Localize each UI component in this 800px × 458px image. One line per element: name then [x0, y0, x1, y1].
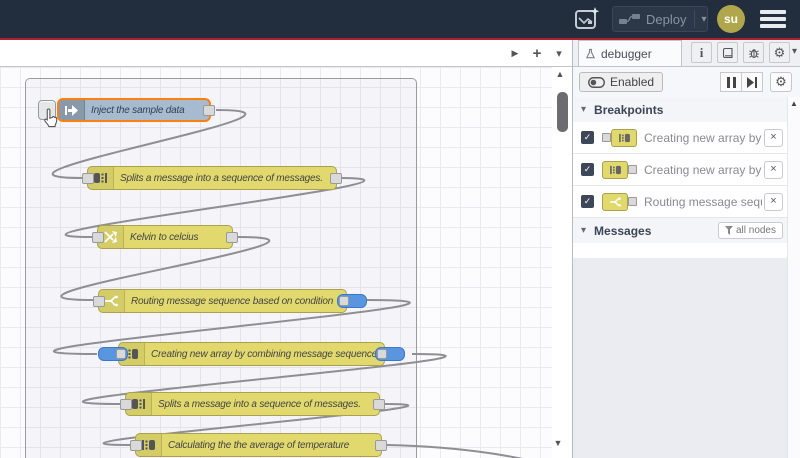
join-icon — [602, 160, 637, 179]
join-icon — [602, 128, 637, 147]
messages-section-header[interactable]: ▾ Messages all nodes — [573, 218, 800, 244]
gear-icon[interactable]: ⚙ — [769, 42, 790, 63]
node-change[interactable]: Kelvin to celcius — [92, 225, 238, 249]
node-join[interactable]: Calculating the the average of temperatu… — [130, 433, 387, 457]
user-avatar[interactable]: su — [717, 5, 745, 33]
breakpoints-title: Breakpoints — [594, 102, 664, 117]
info-icon[interactable]: i — [691, 42, 712, 63]
node-label: Calculating the the average of temperatu… — [168, 439, 350, 451]
scroll-up-icon[interactable]: ▲ — [788, 99, 800, 108]
node-label: Splits a message into a sequence of mess… — [120, 172, 323, 184]
breakpoint-output-port[interactable] — [375, 347, 405, 361]
filter-label: all nodes — [735, 225, 776, 236]
inject-arrow-icon — [59, 100, 85, 120]
pause-button[interactable] — [720, 72, 742, 92]
node-label: Inject the sample data — [91, 104, 185, 116]
debugger-toolbar: Enabled ⚙ — [573, 67, 800, 98]
canvas-scrollbar-thumb[interactable] — [557, 92, 568, 132]
header-bar: Deploy ▾ su — [0, 0, 800, 40]
right-sidebar: debugger i ⚙ ▾ Enabled ⚙ ▾ Breakpoints ✓… — [572, 40, 800, 458]
flow-canvas[interactable]: Inject the sample data Splits a message … — [0, 67, 572, 458]
sidebar-menu-chevron-down-icon[interactable]: ▾ — [792, 46, 797, 57]
message-list-empty-area — [573, 258, 787, 458]
flow-list-chevron-down-icon[interactable]: ▾ — [550, 40, 568, 66]
node-label: Creating new array by combining message … — [151, 348, 378, 360]
node-join[interactable]: Creating new array by combining message … — [98, 342, 405, 366]
breakpoints-section-header[interactable]: ▾ Breakpoints — [573, 97, 800, 123]
remove-breakpoint-close-icon[interactable]: × — [764, 160, 783, 179]
node-switch[interactable]: Routing message sequence based on condit… — [93, 289, 367, 313]
breakpoint-row: ✓ Routing message sequence based on cond… — [573, 186, 787, 218]
scroll-down-icon[interactable]: ▼ — [549, 438, 567, 448]
switch-fork-icon — [602, 192, 637, 211]
output-port[interactable] — [330, 173, 342, 184]
tab-debugger[interactable]: debugger — [578, 40, 682, 66]
debugger-settings-gear-icon[interactable]: ⚙ — [770, 72, 792, 92]
filter-funnel-icon — [724, 226, 733, 235]
collapse-chevron-down-icon[interactable]: ▾ — [581, 225, 586, 236]
wire[interactable] — [386, 444, 566, 458]
scroll-tabs-right-icon[interactable]: ▶ — [506, 40, 524, 66]
node-label: Splits a message into a sequence of mess… — [158, 398, 361, 410]
output-port[interactable] — [226, 232, 238, 243]
breakpoint-checkbox[interactable]: ✓ — [581, 131, 594, 144]
step-forward-button[interactable] — [741, 72, 763, 92]
breakpoint-checkbox[interactable]: ✓ — [581, 195, 594, 208]
enabled-label: Enabled — [610, 75, 655, 89]
output-port[interactable] — [375, 440, 387, 451]
deploy-button[interactable]: Deploy ▾ — [612, 6, 708, 32]
deploy-nodes-icon — [619, 14, 640, 24]
node-red-editor: Deploy ▾ su ▶ + ▾ Inject the sample data… — [0, 0, 800, 458]
input-port[interactable] — [120, 399, 132, 410]
breakpoint-row: ✓ Creating new array by combining messag… — [573, 154, 787, 186]
tab-debugger-label: debugger — [601, 46, 652, 61]
bug-icon[interactable] — [743, 42, 764, 63]
node-inject[interactable]: Inject the sample data — [57, 98, 215, 122]
input-port[interactable] — [93, 296, 105, 307]
inject-trigger-button[interactable] — [38, 100, 56, 120]
remove-breakpoint-close-icon[interactable]: × — [764, 128, 783, 147]
input-port[interactable] — [82, 173, 94, 184]
breakpoint-row: ✓ Creating new array by combining messag… — [573, 122, 787, 154]
flow-tab-strip: ▶ + ▾ — [0, 40, 572, 67]
message-filter-button[interactable]: all nodes — [717, 222, 783, 239]
message-list-header-row — [573, 243, 787, 259]
book-icon[interactable] — [717, 42, 738, 63]
node-split[interactable]: Splits a message into a sequence of mess… — [120, 392, 385, 416]
flask-icon — [585, 48, 596, 58]
debugger-enabled-toggle[interactable]: Enabled — [579, 72, 664, 92]
output-port[interactable] — [203, 105, 215, 116]
sidebar-tab-bar: debugger i ⚙ ▾ — [573, 40, 800, 67]
pause-icon — [726, 76, 736, 88]
deploy-label: Deploy — [646, 11, 687, 27]
sidebar-scrollbar-track[interactable] — [787, 97, 800, 458]
scroll-up-icon[interactable]: ▲ — [551, 69, 569, 79]
remove-breakpoint-close-icon[interactable]: × — [764, 192, 783, 211]
breakpoint-label: Creating new array by combining message … — [644, 162, 762, 177]
assistant-flow-sparkle-icon[interactable] — [572, 5, 602, 33]
breakpoint-input-port[interactable] — [98, 347, 128, 361]
deploy-separator — [694, 10, 696, 28]
breakpoint-label: Creating new array by combining message … — [644, 130, 762, 145]
input-port[interactable] — [130, 440, 142, 451]
node-split[interactable]: Splits a message into a sequence of mess… — [82, 166, 342, 190]
toggle-icon — [588, 76, 605, 88]
input-port[interactable] — [92, 232, 104, 243]
breakpoint-checkbox[interactable]: ✓ — [581, 163, 594, 176]
step-forward-icon — [747, 76, 757, 88]
breakpoint-output-port[interactable] — [337, 294, 367, 308]
main-menu-hamburger-icon[interactable] — [760, 10, 786, 28]
node-label: Routing message sequence based on condit… — [131, 295, 334, 307]
messages-title: Messages — [594, 223, 652, 238]
output-port[interactable] — [373, 399, 385, 410]
deploy-chevron-down-icon[interactable]: ▾ — [701, 14, 706, 25]
add-flow-button[interactable]: + — [528, 40, 546, 66]
collapse-chevron-down-icon[interactable]: ▾ — [581, 104, 586, 115]
node-label: Kelvin to celcius — [130, 231, 199, 243]
breakpoint-label: Routing message sequence based on condit… — [644, 194, 762, 209]
